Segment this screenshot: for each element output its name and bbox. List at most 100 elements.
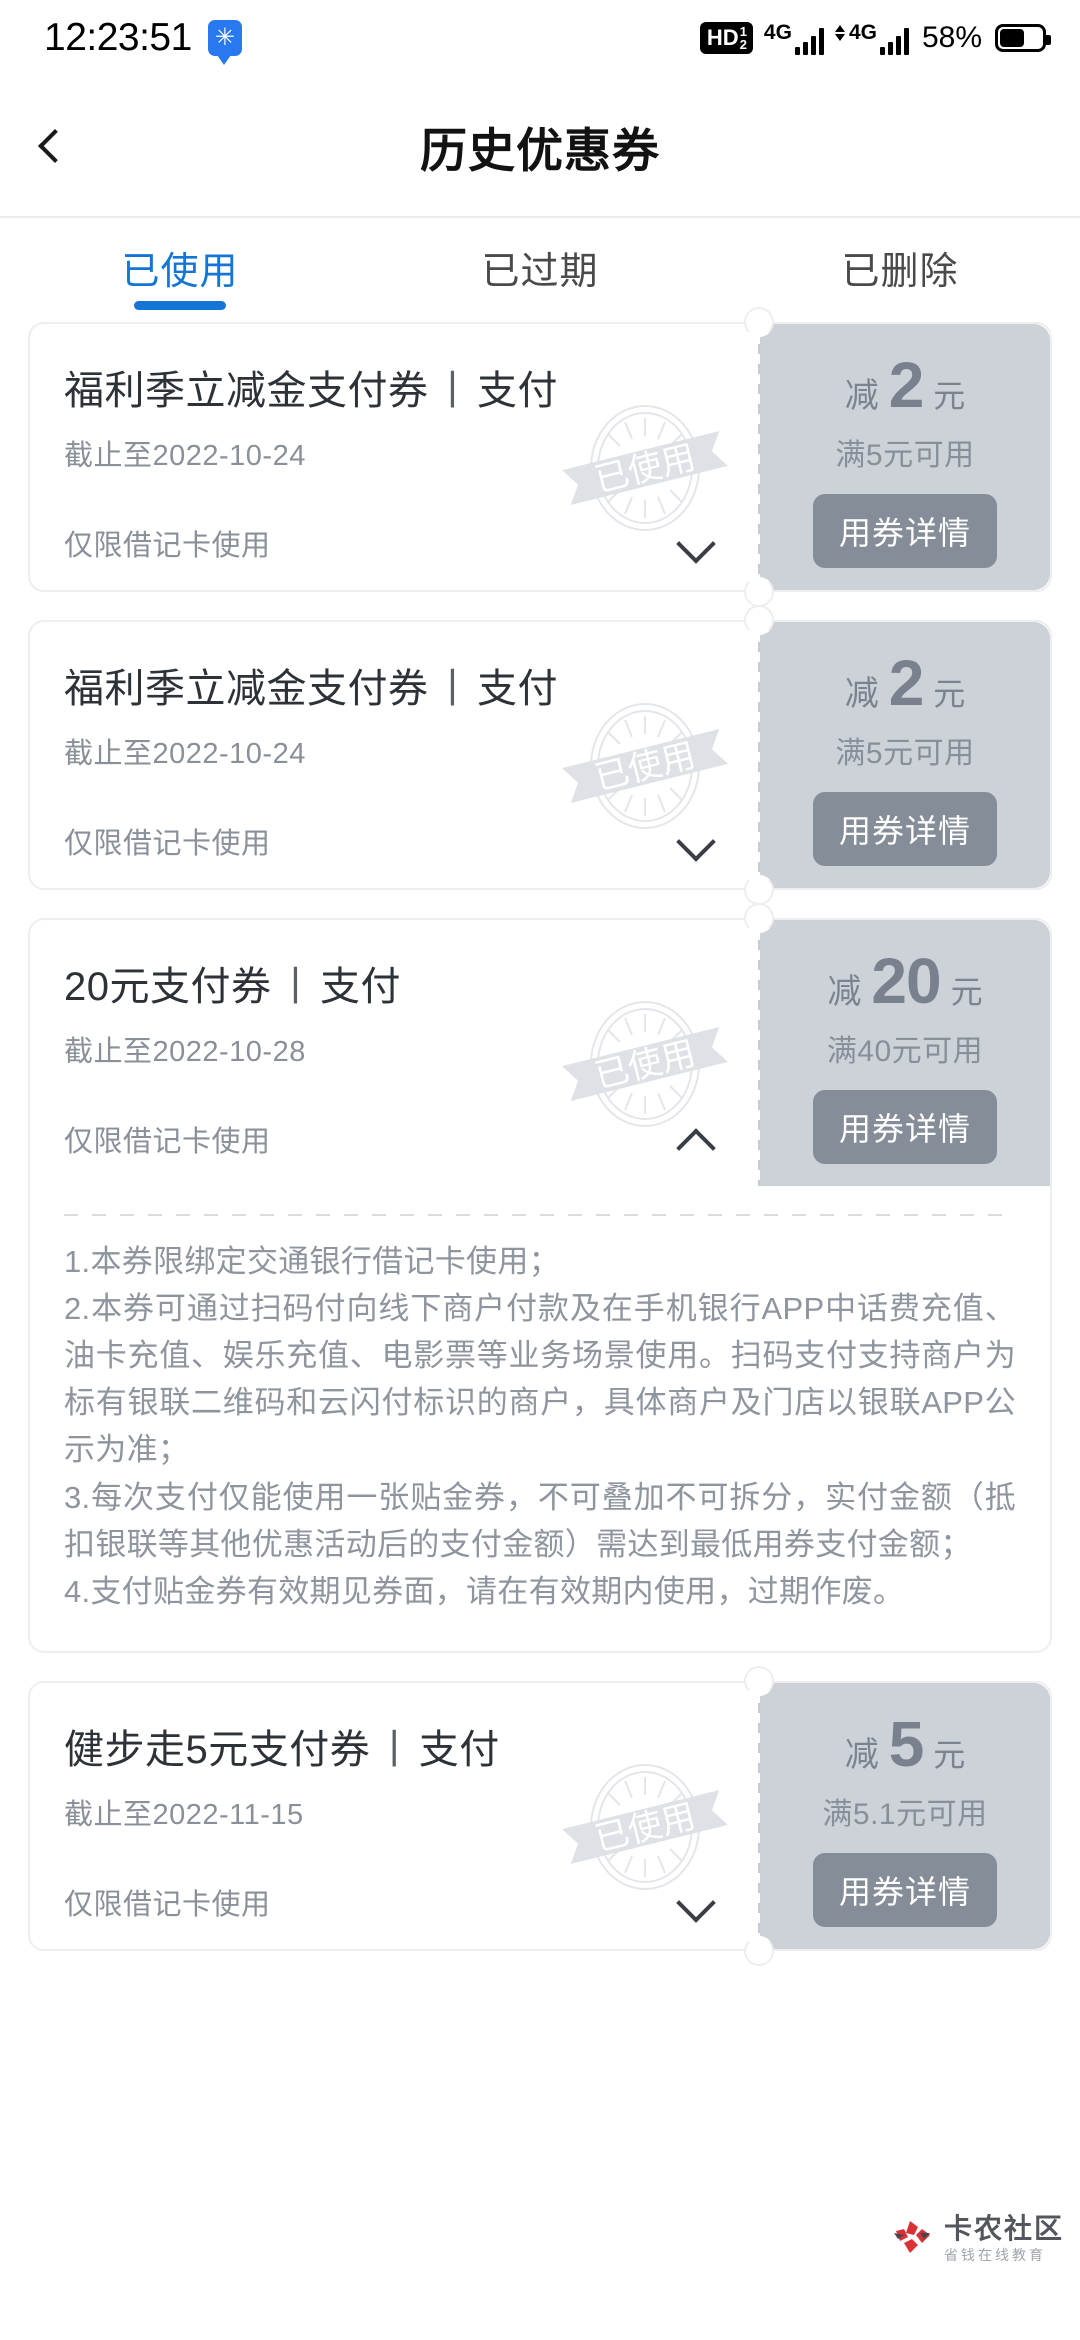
- coupon-info: 健步走5元支付券丨支付 截止至2022-11-15 已使用 仅限借记卡使用: [30, 1683, 758, 1949]
- coupon-list[interactable]: 福利季立减金支付券丨支付 截止至2022-10-24 已使用 仅限借记卡使用 减…: [0, 307, 1080, 1966]
- coupon-card-wrapper: 20元支付券丨支付 截止至2022-10-28 已使用 仅限借记卡使用 减 20…: [0, 903, 1080, 1186]
- amount-number: 5: [888, 1707, 925, 1780]
- coupon-detail-button[interactable]: 用券详情: [812, 1090, 997, 1164]
- coupon-value-panel: 减 2 元 满5元可用 用券详情: [760, 622, 1050, 888]
- coupon-amount: 减 2 元: [845, 348, 966, 422]
- amount-prefix: 减: [827, 973, 862, 1011]
- data-transfer-arrows-icon: [834, 24, 845, 41]
- coupon-value-panel: 减 20 元 满40元可用 用券详情: [760, 920, 1050, 1186]
- kanong-logo-icon: [893, 2220, 930, 2253]
- amount-number: 20: [871, 945, 941, 1017]
- chevron-down-icon[interactable]: [680, 526, 714, 560]
- network-type-2: 4G: [848, 20, 877, 44]
- coupon-detail-button[interactable]: 用券详情: [812, 1852, 997, 1927]
- coupon-card-wrapper: 福利季立减金支付券丨支付 截止至2022-10-24 已使用 仅限借记卡使用 减…: [0, 307, 1080, 607]
- coupon-amount: 减 20 元: [827, 944, 982, 1018]
- coupon-value-panel: 减 5 元 满5.1元可用 用券详情: [760, 1682, 1050, 1949]
- coupon-title: 福利季立减金支付券丨支付: [64, 656, 728, 714]
- amount-prefix: 减: [844, 1735, 879, 1774]
- coupon-footer: 仅限借记卡使用: [64, 500, 728, 564]
- tab-used-label: 已使用: [121, 251, 239, 293]
- coupon-card[interactable]: 福利季立减金支付券丨支付 截止至2022-10-24 已使用 仅限借记卡使用 减…: [28, 307, 1052, 607]
- signal-icon-2: 4G: [834, 20, 909, 55]
- coupon-info: 20元支付券丨支付 截止至2022-10-28 已使用 仅限借记卡使用: [30, 920, 758, 1186]
- tab-expired[interactable]: 已过期: [360, 218, 720, 322]
- page-title: 历史优惠券: [420, 123, 660, 177]
- signal-icon-1: 4G: [764, 22, 824, 55]
- coupon-perforation: [744, 307, 774, 607]
- coupon-channel: 支付: [477, 667, 558, 711]
- coupon-limit: 仅限借记卡使用: [64, 1126, 271, 1158]
- notch-top: [744, 307, 774, 337]
- coupon-expiry: 截止至2022-10-24: [64, 440, 306, 472]
- status-bar: 12:23:51 ✳ HD 1 2 4G 4G 58%: [0, 0, 1080, 76]
- coupon-title-text: 20元支付券: [64, 965, 272, 1009]
- notch-top: [744, 1665, 774, 1696]
- coupon-amount: 减 5 元: [845, 1707, 966, 1781]
- coupon-channel: 支付: [418, 1727, 500, 1772]
- coupon-limit: 仅限借记卡使用: [64, 828, 271, 860]
- hd-voice-icon: HD 1 2: [699, 22, 753, 54]
- coupon-title-text: 健步走5元支付券: [64, 1727, 371, 1772]
- coupon-condition: 满5元可用: [835, 439, 975, 472]
- amount-unit: 元: [933, 676, 966, 712]
- coupon-terms-text: 1.本券限绑定交通银行借记卡使用； 2.本券可通过扫码付向线下商户付款及在手机银…: [64, 1244, 1016, 1609]
- amount-prefix: 减: [844, 675, 879, 713]
- chevron-up-icon[interactable]: [680, 1122, 714, 1156]
- coupon-title-separator: 丨: [432, 667, 473, 711]
- coupon-title-separator: 丨: [432, 369, 473, 413]
- tab-deleted[interactable]: 已删除: [720, 218, 1080, 322]
- terms-divider: [64, 1214, 1016, 1216]
- coupon-perforation: [744, 605, 774, 905]
- notch-top: [744, 903, 774, 933]
- watermark-slogan: 省钱在线教育: [943, 2247, 1046, 2263]
- hd-fraction: 1 2: [740, 25, 747, 51]
- coupon-card[interactable]: 20元支付券丨支付 截止至2022-10-28 已使用 仅限借记卡使用 减 20…: [28, 903, 1052, 1186]
- coupon-footer: 仅限借记卡使用: [64, 1096, 728, 1160]
- chevron-down-icon[interactable]: [680, 824, 714, 858]
- status-bar-right: HD 1 2 4G 4G 58%: [699, 20, 1051, 55]
- amount-number: 2: [888, 647, 925, 719]
- coupon-card[interactable]: 健步走5元支付券丨支付 截止至2022-11-15 已使用 仅限借记卡使用 减 …: [28, 1665, 1052, 1966]
- coupon-value-panel: 减 2 元 满5元可用 用券详情: [760, 324, 1050, 590]
- coupon-terms-panel: 1.本券限绑定交通银行借记卡使用； 2.本券可通过扫码付向线下商户付款及在手机银…: [28, 1184, 1052, 1653]
- amount-unit: 元: [933, 1736, 966, 1773]
- tab-bar: 已使用 已过期 已删除: [0, 218, 1080, 322]
- coupon-detail-button[interactable]: 用券详情: [812, 494, 997, 568]
- network-type-1: 4G: [763, 20, 792, 44]
- coupon-detail-button[interactable]: 用券详情: [812, 792, 997, 866]
- coupon-title: 20元支付券丨支付: [64, 954, 728, 1012]
- notch-bottom: [744, 875, 774, 905]
- nav-bar: 历史优惠券: [0, 76, 1080, 218]
- status-bar-left: 12:23:51 ✳: [44, 16, 242, 65]
- amount-number: 2: [888, 349, 925, 421]
- coupon-footer: 仅限借记卡使用: [64, 1859, 728, 1923]
- chevron-left-icon: [38, 129, 72, 163]
- coupon-title-separator: 丨: [275, 965, 316, 1009]
- notch-bottom: [744, 1935, 774, 1966]
- hd-sub: 2: [739, 37, 747, 52]
- coupon-footer: 仅限借记卡使用: [64, 798, 728, 862]
- coupon-channel: 支付: [477, 369, 558, 413]
- coupon-channel: 支付: [320, 965, 401, 1009]
- battery-percent: 58%: [921, 21, 982, 54]
- battery-icon: [995, 24, 1051, 52]
- coupon-condition: 满5元可用: [835, 737, 975, 770]
- back-button[interactable]: [0, 76, 110, 216]
- watermark-name: 卡农社区: [943, 2213, 1064, 2244]
- message-bubble-icon: ✳: [207, 20, 242, 65]
- tab-deleted-label: 已删除: [841, 251, 959, 293]
- coupon-perforation: [744, 1665, 774, 1966]
- signal-bars-1: [794, 27, 824, 55]
- coupon-card-wrapper: 健步走5元支付券丨支付 截止至2022-11-15 已使用 仅限借记卡使用 减 …: [0, 1665, 1080, 1966]
- coupon-title-text: 福利季立减金支付券: [64, 667, 429, 711]
- coupon-perforation: [744, 903, 774, 1186]
- coupon-title: 健步走5元支付券丨支付: [64, 1717, 728, 1775]
- coupon-card[interactable]: 福利季立减金支付券丨支付 截止至2022-10-24 已使用 仅限借记卡使用 减…: [28, 605, 1052, 905]
- signal-bars-2: [879, 27, 909, 55]
- chevron-down-icon[interactable]: [680, 1885, 714, 1919]
- amount-unit: 元: [933, 378, 966, 414]
- coupon-limit: 仅限借记卡使用: [64, 530, 271, 562]
- amount-unit: 元: [950, 974, 983, 1010]
- tab-used[interactable]: 已使用: [0, 218, 360, 322]
